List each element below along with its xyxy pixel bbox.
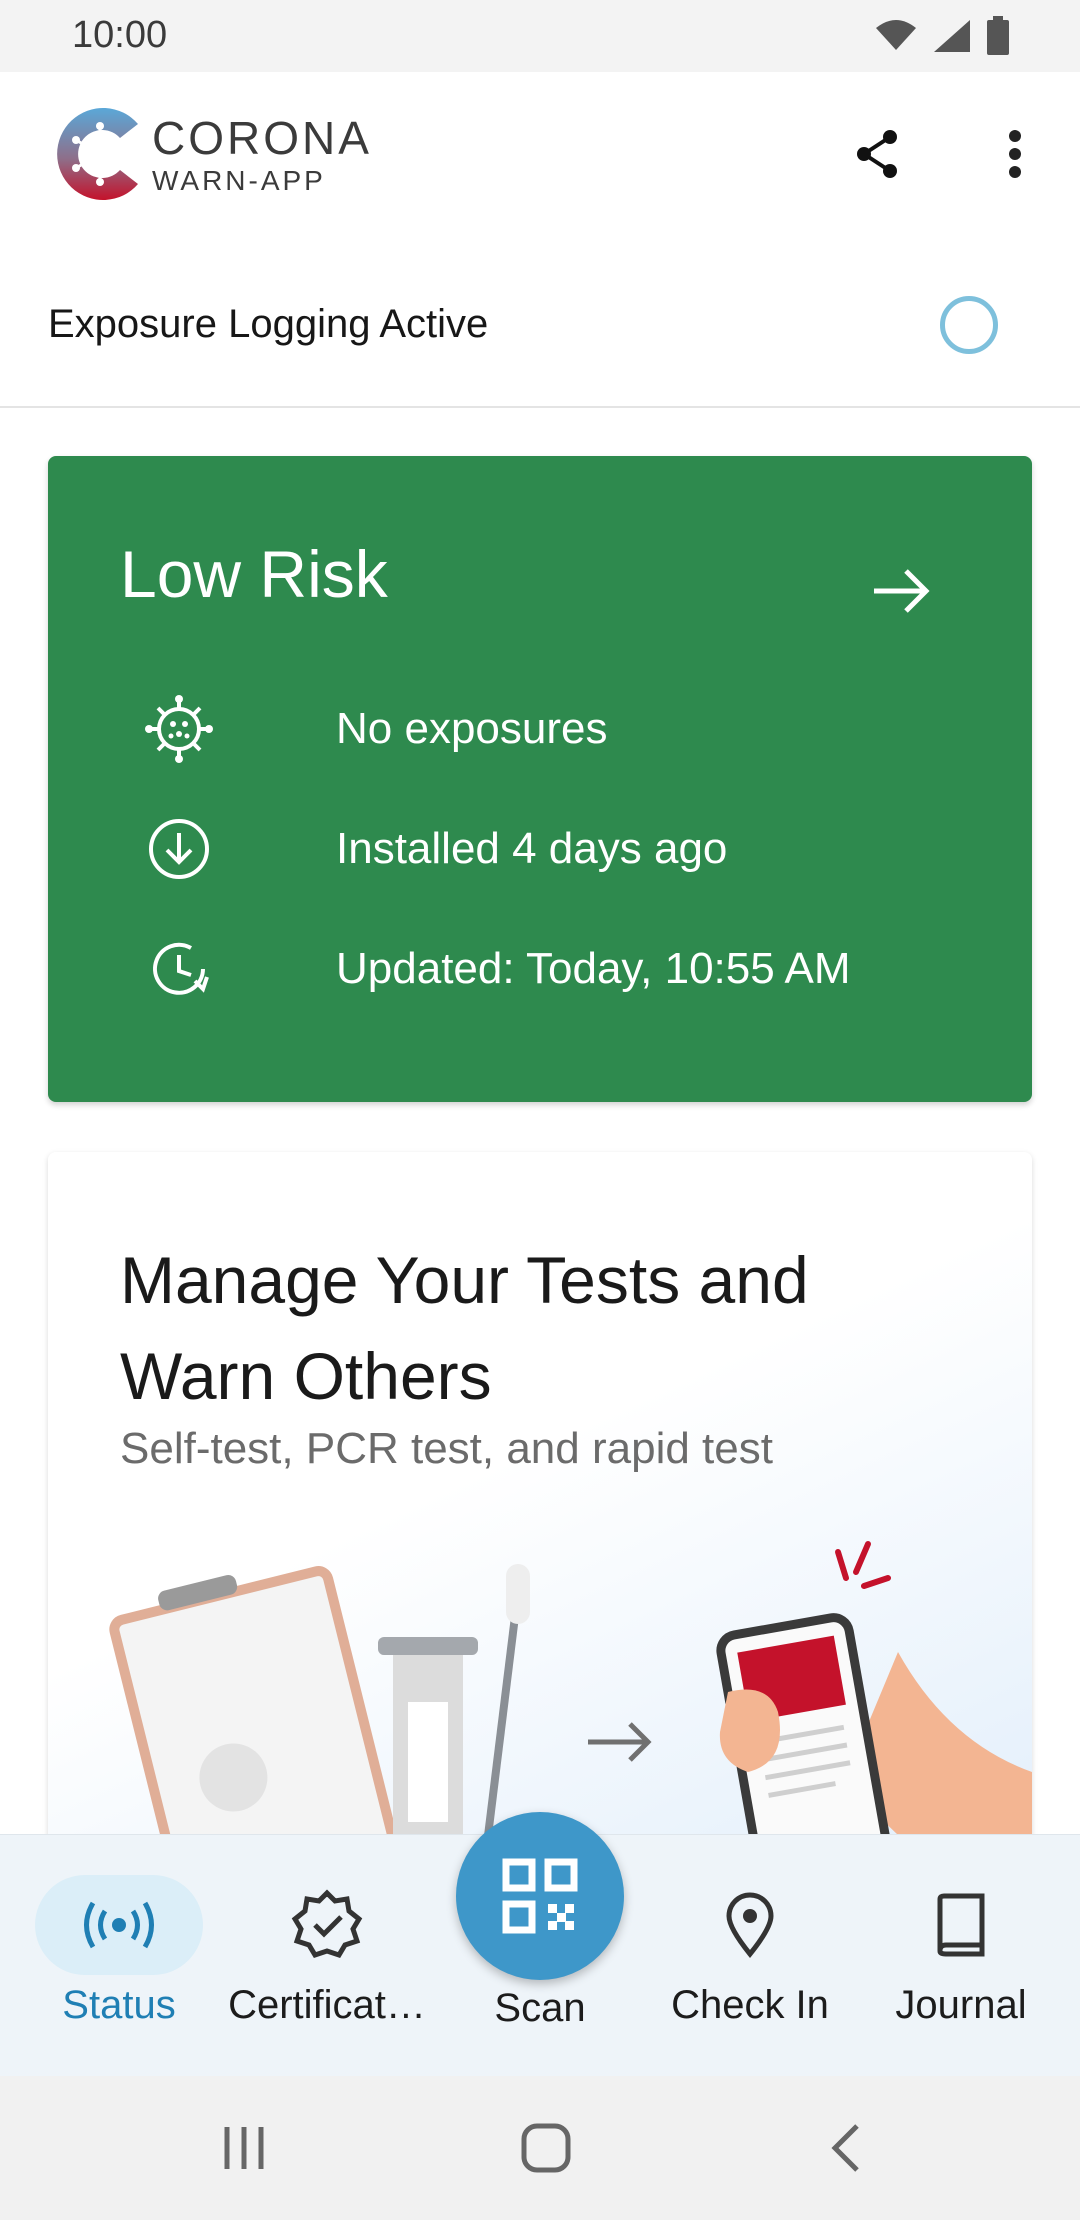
nav-label: Journal <box>895 1983 1027 2027</box>
corona-warn-app-logo <box>57 108 138 200</box>
nav-journal[interactable]: Journal <box>856 1875 1066 2028</box>
certificate-badge-icon <box>291 1889 363 1959</box>
back-button[interactable] <box>806 2116 886 2180</box>
scan-button[interactable] <box>456 1812 624 1980</box>
tests-card-title: Manage Your Tests and Warn Others <box>120 1243 809 1413</box>
risk-row-text: Updated: Today, 10:55 AM <box>336 944 851 993</box>
app-brand: CORONA WARN-APP <box>152 114 372 198</box>
risk-row-exposures: No exposures <box>144 694 607 764</box>
nav-certificates[interactable]: Certificat… <box>222 1875 432 2028</box>
download-icon <box>149 819 209 879</box>
virus-icon <box>145 695 213 763</box>
home-button[interactable] <box>506 2116 586 2180</box>
home-icon <box>521 2123 571 2173</box>
risk-row-installed: Installed 4 days ago <box>144 814 727 884</box>
risk-row-updated: Updated: Today, 10:55 AM <box>144 934 851 1004</box>
exposure-logging-row[interactable]: Exposure Logging Active <box>0 242 1080 408</box>
broadcast-icon <box>84 1901 154 1949</box>
system-icons <box>874 16 1010 56</box>
arrow-right-icon <box>874 569 930 613</box>
risk-card[interactable]: Low Risk No exposures Installed 4 days a… <box>48 456 1032 1102</box>
nav-status[interactable]: Status <box>14 1875 224 2028</box>
recent-apps-icon <box>224 2127 264 2169</box>
exposure-logging-label: Exposure Logging Active <box>48 302 489 346</box>
book-icon <box>937 1893 985 1957</box>
nav-label: Certificat… <box>228 1983 426 2027</box>
scan-label: Scan <box>494 1986 586 2030</box>
signal-icon <box>934 20 970 52</box>
location-pin-icon <box>726 1892 774 1958</box>
nav-label: Status <box>62 1983 176 2027</box>
more-options-button[interactable] <box>985 124 1045 184</box>
share-button[interactable] <box>848 124 908 184</box>
exposure-activity-indicator <box>940 296 998 354</box>
app-bar: CORONA WARN-APP <box>0 72 1080 242</box>
tests-card-subtitle: Self-test, PCR test, and rapid test <box>120 1424 773 1473</box>
status-time: 10:00 <box>72 14 168 56</box>
recent-apps-button[interactable] <box>204 2116 284 2180</box>
wifi-icon <box>876 20 916 50</box>
system-navigation-bar <box>0 2076 1080 2220</box>
qr-code-icon <box>502 1858 578 1934</box>
manage-tests-card[interactable]: Manage Your Tests and Warn Others Self-t… <box>48 1152 1032 1852</box>
battery-icon <box>987 16 1009 55</box>
nav-label: Check In <box>671 1983 829 2027</box>
app-name-line2: WARN-APP <box>152 165 326 196</box>
more-vertical-icon <box>1009 130 1021 178</box>
risk-row-text: No exposures <box>336 704 608 753</box>
back-chevron-icon <box>831 2124 859 2172</box>
status-bar: 10:00 <box>0 0 1080 72</box>
risk-title: Low Risk <box>120 537 388 611</box>
tests-illustration <box>109 1541 1032 1852</box>
share-icon <box>857 130 897 178</box>
refresh-clock-icon <box>153 942 209 995</box>
app-name-line1: CORONA <box>152 112 372 164</box>
risk-row-text: Installed 4 days ago <box>336 824 728 873</box>
nav-check-in[interactable]: Check In <box>645 1875 855 2028</box>
